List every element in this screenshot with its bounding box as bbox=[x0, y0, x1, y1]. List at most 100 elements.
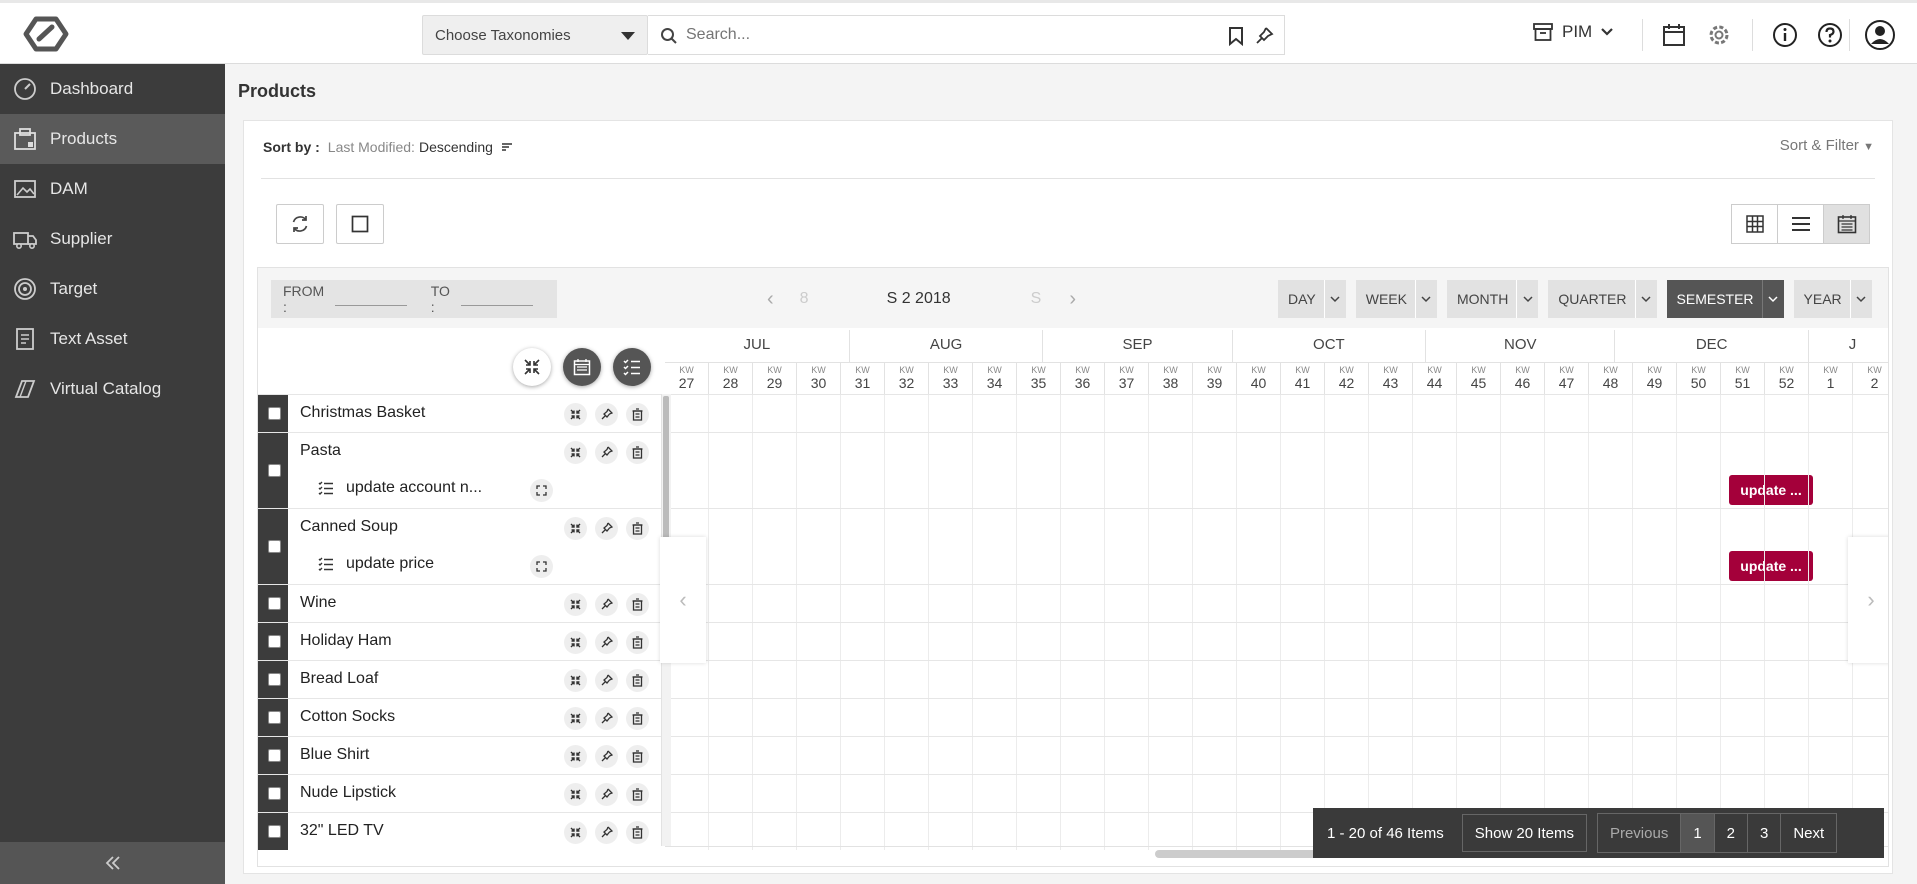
task-bar[interactable]: update ... bbox=[1729, 551, 1813, 581]
timeline-scroll-left[interactable]: ‹ bbox=[660, 537, 706, 663]
product-name[interactable]: Blue Shirt bbox=[300, 746, 369, 764]
delete-icon[interactable] bbox=[626, 707, 649, 730]
expand-icon[interactable] bbox=[564, 745, 587, 768]
previous-page-button[interactable]: Previous bbox=[1598, 814, 1682, 852]
next-page-button[interactable]: Next bbox=[1781, 814, 1836, 852]
delete-icon[interactable] bbox=[626, 593, 649, 616]
sidebar-collapse-button[interactable] bbox=[0, 842, 225, 884]
pin-icon[interactable] bbox=[595, 593, 618, 616]
scale-year[interactable]: YEAR bbox=[1793, 280, 1872, 318]
product-name[interactable]: Pasta bbox=[300, 442, 341, 460]
page-2-button[interactable]: 2 bbox=[1715, 814, 1748, 852]
pin-icon[interactable] bbox=[595, 441, 618, 464]
pin-icon[interactable] bbox=[595, 631, 618, 654]
sidebar-item-dam[interactable]: DAM bbox=[0, 164, 225, 214]
page-size-button[interactable]: Show 20 Items bbox=[1461, 814, 1587, 852]
prev-period-icon[interactable]: ‹ bbox=[767, 288, 774, 311]
pin-icon[interactable] bbox=[595, 783, 618, 806]
timeline-scroll-right[interactable]: › bbox=[1848, 537, 1888, 663]
user-avatar-icon[interactable] bbox=[1864, 19, 1896, 51]
scale-week[interactable]: WEEK bbox=[1355, 280, 1437, 318]
pin-icon[interactable] bbox=[595, 669, 618, 692]
calendar-button[interactable] bbox=[563, 348, 601, 386]
workspace-switcher[interactable]: PIM bbox=[1532, 21, 1614, 43]
expand-icon[interactable] bbox=[564, 593, 587, 616]
select-all-button[interactable] bbox=[336, 204, 384, 244]
product-name[interactable]: Canned Soup bbox=[300, 518, 398, 536]
page-3-button[interactable]: 3 bbox=[1748, 814, 1782, 852]
delete-icon[interactable] bbox=[626, 745, 649, 768]
product-name[interactable]: Christmas Basket bbox=[300, 404, 425, 422]
pin-icon[interactable] bbox=[595, 517, 618, 540]
to-date-input[interactable] bbox=[460, 292, 533, 306]
pin-icon[interactable] bbox=[595, 403, 618, 426]
product-name[interactable]: Holiday Ham bbox=[300, 632, 392, 650]
gear-icon[interactable] bbox=[1705, 21, 1733, 49]
pin-icon[interactable] bbox=[595, 707, 618, 730]
grid-view-button[interactable] bbox=[1732, 205, 1778, 243]
scale-month[interactable]: MONTH bbox=[1446, 280, 1539, 318]
delete-icon[interactable] bbox=[626, 441, 649, 464]
sort-icon[interactable] bbox=[501, 142, 513, 152]
expand-icon[interactable] bbox=[564, 517, 587, 540]
product-name[interactable]: 32" LED TV bbox=[300, 822, 384, 840]
row-checkbox[interactable] bbox=[268, 787, 281, 800]
sidebar-item-dashboard[interactable]: Dashboard bbox=[0, 64, 225, 114]
sidebar-item-text-asset[interactable]: Text Asset bbox=[0, 314, 225, 364]
expand-icon[interactable] bbox=[564, 669, 587, 692]
sidebar-item-target[interactable]: Target bbox=[0, 264, 225, 314]
sidebar-item-products[interactable]: Products bbox=[0, 114, 225, 164]
pin-icon[interactable] bbox=[595, 821, 618, 844]
delete-icon[interactable] bbox=[626, 669, 649, 692]
delete-icon[interactable] bbox=[626, 821, 649, 844]
sort-filter-toggle[interactable]: Sort & Filter ▼ bbox=[1780, 137, 1874, 154]
delete-icon[interactable] bbox=[626, 631, 649, 654]
product-name[interactable]: Cotton Socks bbox=[300, 708, 395, 726]
next-period-icon[interactable]: › bbox=[1069, 288, 1076, 311]
scale-day[interactable]: DAY bbox=[1278, 280, 1346, 318]
task-item[interactable]: update price bbox=[318, 555, 434, 573]
pin-icon[interactable] bbox=[1254, 26, 1274, 46]
from-date-input[interactable] bbox=[334, 292, 407, 306]
expand-icon[interactable] bbox=[564, 631, 587, 654]
row-checkbox[interactable] bbox=[268, 407, 281, 420]
product-name[interactable]: Nude Lipstick bbox=[300, 784, 396, 802]
help-icon[interactable] bbox=[1816, 21, 1844, 49]
delete-icon[interactable] bbox=[626, 403, 649, 426]
product-name[interactable]: Bread Loaf bbox=[300, 670, 378, 688]
app-logo[interactable] bbox=[22, 15, 70, 53]
row-checkbox[interactable] bbox=[268, 597, 281, 610]
scale-quarter[interactable]: QUARTER bbox=[1548, 280, 1657, 318]
delete-icon[interactable] bbox=[626, 517, 649, 540]
row-checkbox[interactable] bbox=[268, 825, 281, 838]
calendar-view-button[interactable] bbox=[1824, 205, 1869, 243]
product-name[interactable]: Wine bbox=[300, 594, 336, 612]
sidebar-item-virtual-catalog[interactable]: Virtual Catalog bbox=[0, 364, 225, 414]
expand-icon[interactable] bbox=[564, 707, 587, 730]
row-checkbox[interactable] bbox=[268, 749, 281, 762]
task-bar[interactable]: update ... bbox=[1729, 475, 1813, 505]
info-icon[interactable] bbox=[1771, 21, 1799, 49]
expand-icon[interactable] bbox=[564, 403, 587, 426]
sort-field[interactable]: Last Modified: bbox=[328, 139, 415, 155]
collapse-all-button[interactable] bbox=[513, 348, 551, 386]
sidebar-item-supplier[interactable]: Supplier bbox=[0, 214, 225, 264]
expand-icon[interactable] bbox=[564, 821, 587, 844]
refresh-button[interactable] bbox=[276, 204, 324, 244]
scale-semester[interactable]: SEMESTER bbox=[1666, 280, 1784, 318]
sort-order[interactable]: Descending bbox=[419, 139, 493, 155]
row-checkbox[interactable] bbox=[268, 464, 281, 477]
pin-icon[interactable] bbox=[595, 745, 618, 768]
list-view-button[interactable] bbox=[1778, 205, 1824, 243]
page-1-button[interactable]: 1 bbox=[1681, 814, 1715, 852]
maximize-icon[interactable] bbox=[530, 479, 553, 502]
search-input[interactable] bbox=[686, 26, 1166, 44]
task-list-button[interactable] bbox=[613, 348, 651, 386]
bookmark-icon[interactable] bbox=[1228, 26, 1244, 46]
row-checkbox[interactable] bbox=[268, 635, 281, 648]
delete-icon[interactable] bbox=[626, 783, 649, 806]
row-checkbox[interactable] bbox=[268, 711, 281, 724]
calendar-box-icon[interactable] bbox=[1660, 21, 1688, 49]
expand-icon[interactable] bbox=[564, 441, 587, 464]
row-checkbox[interactable] bbox=[268, 673, 281, 686]
